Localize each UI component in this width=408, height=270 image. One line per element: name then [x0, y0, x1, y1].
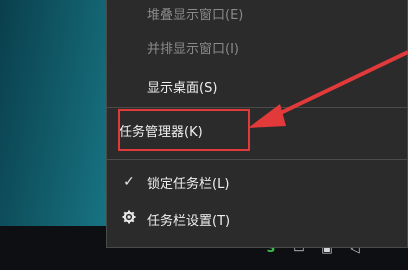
menu-item-lock-taskbar[interactable]: ✓ 锁定任务栏(L) — [107, 168, 407, 196]
menu-item-label: 任务栏设置(T) — [147, 213, 231, 229]
gear-icon — [119, 210, 139, 228]
menu-item-cascade-windows[interactable]: 堆叠显示窗口(E) — [107, 0, 407, 27]
checkmark-icon: ✓ — [123, 174, 135, 190]
menu-item-label: 堆叠显示窗口(E) — [147, 7, 244, 23]
menu-separator — [107, 159, 407, 160]
annotation-arrow-icon — [248, 50, 408, 128]
task-manager-highlight-box — [118, 109, 250, 151]
menu-item-label: 锁定任务栏(L) — [147, 176, 230, 192]
menu-item-label: 显示桌面(S) — [147, 80, 218, 96]
menu-item-taskbar-settings[interactable]: 任务栏设置(T) — [107, 205, 407, 233]
menu-item-label: 并排显示窗口(I) — [147, 41, 239, 57]
